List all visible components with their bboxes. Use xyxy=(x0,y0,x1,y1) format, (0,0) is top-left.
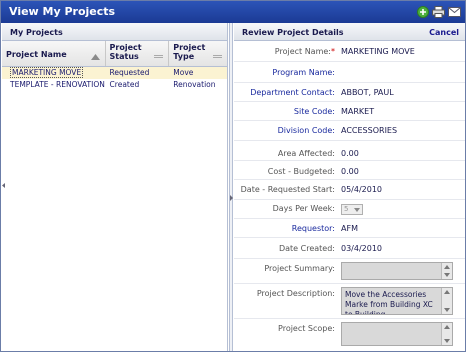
area-affected-value: 0.00 xyxy=(341,149,359,158)
project-description-label: Project Description: xyxy=(256,289,335,298)
field-project-description: Project Description: Move the Accessorie… xyxy=(234,284,465,319)
table-row[interactable]: MARKETING MOVE Requested Move xyxy=(2,67,227,79)
date-created-value: 03/4/2010 xyxy=(341,244,383,253)
cost-budgeted-label: Cost - Budgeted: xyxy=(267,167,335,176)
column-project-status[interactable]: Project Status xyxy=(106,41,170,66)
project-description-textarea[interactable]: Move the Accessories Marke from Building… xyxy=(341,287,453,315)
field-area-affected: Area Affected: 0.00 xyxy=(234,141,465,161)
textarea-scrollbar[interactable] xyxy=(441,263,452,279)
field-date-created: Date Created: 03/4/2010 xyxy=(234,238,465,259)
column-project-name[interactable]: Project Name xyxy=(2,41,106,66)
scroll-down-icon[interactable] xyxy=(444,339,450,343)
field-program-name: Program Name: xyxy=(234,62,465,83)
requestor-value: AFM xyxy=(341,224,358,233)
date-requested-start-label: Date - Requested Start: xyxy=(240,185,335,194)
days-per-week-value: 5 xyxy=(344,205,349,213)
field-site-code: Site Code: MARKET xyxy=(234,102,465,121)
scroll-down-icon[interactable] xyxy=(444,308,450,312)
field-division-code: Division Code: ACCESSORIES xyxy=(234,121,465,141)
program-name-label: Program Name: xyxy=(272,68,335,77)
title-bar-actions xyxy=(416,5,461,18)
field-project-name: Project Name:* MARKETING MOVE xyxy=(234,41,465,62)
scroll-up-icon[interactable] xyxy=(444,290,450,294)
sort-ascending-icon[interactable] xyxy=(90,54,100,60)
column-project-type-label-line2: Type xyxy=(173,52,195,61)
field-project-scope: Project Scope: xyxy=(234,319,465,349)
panel-splitter[interactable] xyxy=(229,23,233,351)
my-projects-header: My Projects xyxy=(2,23,227,41)
project-scope-label: Project Scope: xyxy=(278,324,335,333)
date-created-label: Date Created: xyxy=(278,244,335,253)
cell-project-type: Move xyxy=(173,68,194,77)
scroll-up-icon[interactable] xyxy=(444,325,450,329)
cell-project-name: MARKETING MOVE xyxy=(10,67,84,78)
project-name-label: Project Name: xyxy=(274,47,331,56)
review-details-title: Review Project Details xyxy=(242,28,344,37)
collapse-handle-icon[interactable] xyxy=(2,183,5,188)
table-row[interactable]: TEMPLATE - RENOVATION Created Renovation xyxy=(2,79,227,91)
field-department-contact: Department Contact: ABBOT, PAUL xyxy=(234,83,465,102)
cell-project-status: Created xyxy=(109,80,140,89)
column-project-name-label: Project Name xyxy=(6,50,67,59)
review-project-details-panel: Review Project Details Cancel Project Na… xyxy=(234,23,465,351)
column-project-status-label-line1: Project xyxy=(109,43,142,52)
textarea-scrollbar[interactable] xyxy=(441,288,452,314)
field-days-per-week: Days Per Week: 5 xyxy=(234,200,465,219)
column-menu-icon[interactable] xyxy=(154,54,164,60)
projects-grid-header: Project Name Project Status Project Type xyxy=(2,41,227,67)
site-code-label: Site Code: xyxy=(293,107,335,116)
title-bar: View My Projects xyxy=(1,1,465,23)
email-icon[interactable] xyxy=(448,5,461,18)
division-code-label: Division Code: xyxy=(277,126,335,135)
add-icon[interactable] xyxy=(416,5,429,18)
chevron-down-icon xyxy=(354,208,360,212)
view-my-projects-window: View My Projects My Projects Project Nam… xyxy=(0,0,466,352)
review-details-header: Review Project Details Cancel xyxy=(234,23,465,41)
print-icon[interactable] xyxy=(432,5,445,18)
splitter-grip-icon xyxy=(230,195,233,201)
project-description-value: Move the Accessories Marke from Building… xyxy=(345,290,433,315)
department-contact-label: Department Contact: xyxy=(250,88,335,97)
my-projects-panel: My Projects Project Name Project Status … xyxy=(2,23,228,351)
scroll-up-icon[interactable] xyxy=(444,265,450,269)
required-marker: * xyxy=(331,47,335,56)
days-per-week-label: Days Per Week: xyxy=(272,204,335,213)
field-requestor: Requestor: AFM xyxy=(234,219,465,238)
column-project-type-label-line1: Project xyxy=(173,43,206,52)
textarea-scrollbar[interactable] xyxy=(441,323,452,345)
area-affected-label: Area Affected: xyxy=(277,149,335,158)
department-contact-value: ABBOT, PAUL xyxy=(341,88,394,97)
column-project-status-label-line2: Status xyxy=(109,52,139,61)
project-summary-textarea[interactable] xyxy=(341,262,453,280)
cell-project-type: Renovation xyxy=(173,80,216,89)
cell-project-name: TEMPLATE - RENOVATION xyxy=(10,80,105,89)
project-scope-textarea[interactable] xyxy=(341,322,453,346)
days-per-week-select[interactable]: 5 xyxy=(341,204,363,215)
program-name-value xyxy=(337,68,465,82)
column-menu-icon[interactable] xyxy=(213,54,222,60)
cost-budgeted-value: 0.00 xyxy=(341,167,359,176)
field-project-summary: Project Summary: xyxy=(234,259,465,284)
cancel-link[interactable]: Cancel xyxy=(429,28,459,37)
field-date-requested-start: Date - Requested Start: 05/4/2010 xyxy=(234,180,465,200)
scroll-down-icon[interactable] xyxy=(444,273,450,277)
division-code-value: ACCESSORIES xyxy=(341,126,398,135)
field-cost-budgeted: Cost - Budgeted: 0.00 xyxy=(234,161,465,180)
project-summary-label: Project Summary: xyxy=(264,264,335,273)
project-name-value: MARKETING MOVE xyxy=(341,47,415,56)
site-code-value: MARKET xyxy=(341,107,375,116)
date-requested-start-value: 05/4/2010 xyxy=(341,185,383,194)
cell-project-status: Requested xyxy=(109,68,150,77)
requestor-label: Requestor: xyxy=(291,224,335,233)
column-project-type[interactable]: Project Type xyxy=(169,41,227,66)
window-title: View My Projects xyxy=(9,5,116,18)
